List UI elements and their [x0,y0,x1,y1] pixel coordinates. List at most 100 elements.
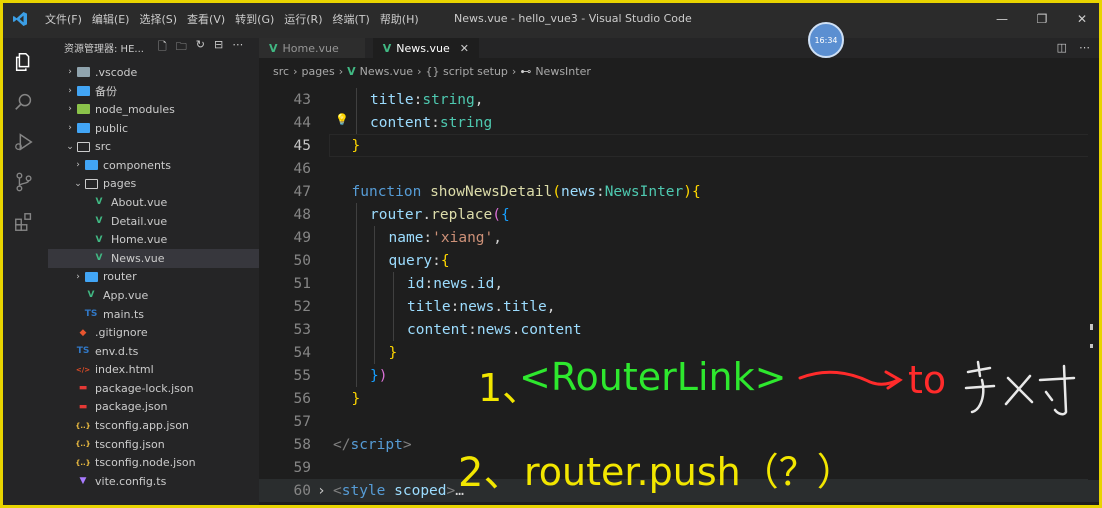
breadcrumb-item[interactable]: News.vue [360,65,413,78]
tree-item-label: src [95,140,112,154]
code-line: 51 id:news.id, [259,272,1102,295]
tree-item[interactable]: V Home.vue [48,230,259,249]
ts-file-icon: TS [76,346,90,357]
tab-label: News.vue [396,41,450,55]
indent-guide [374,318,375,341]
breadcrumb-item[interactable]: src [273,65,289,78]
menu-item[interactable]: 查看(V) [182,11,230,27]
run-debug-icon[interactable] [0,122,48,162]
fold-chevron-icon[interactable]: › [317,483,326,499]
tree-item[interactable]: V News.vue [48,248,259,268]
tree-item[interactable]: TS main.ts [48,305,259,324]
tree-item-label: env.d.ts [95,344,139,358]
json-file-icon: {..} [75,421,91,430]
editor-more-icon[interactable]: ⋯ [1079,41,1090,54]
editor-tab[interactable]: V Home.vue [259,38,365,58]
line-number: 52 [293,298,311,315]
new-file-icon[interactable]: 🗋 [158,38,167,57]
tree-item[interactable]: {..} tsconfig.node.json [48,453,259,472]
close-icon[interactable]: ✕ [1062,0,1102,38]
new-folder-icon[interactable]: 🗀 [176,38,187,57]
editor-tab[interactable]: V News.vue ✕ [372,38,479,58]
folder-icon [84,271,98,283]
indent-guide [355,272,357,295]
breadcrumb-separator-icon: › [511,64,517,78]
clock-badge: 16:34 [808,22,844,58]
code-text: function showNewsDetail(news:NewsInter){ [351,183,701,200]
line-number: 59 [293,459,311,476]
menu-item[interactable]: 编辑(E) [87,11,135,27]
tree-item[interactable]: {..} tsconfig.json [48,435,259,454]
refresh-icon[interactable]: ↻ [196,38,205,57]
annotation-number-2: 2、 [458,450,524,496]
minimize-icon[interactable]: — [982,0,1022,38]
breadcrumb-item[interactable]: {} script setup [426,65,508,78]
indent-guide [392,318,394,341]
breadcrumb-item[interactable]: NewsInter [535,65,591,78]
breadcrumb-separator-icon: › [338,64,344,78]
menu-item[interactable]: 文件(F) [40,11,87,27]
indent-guide [355,249,357,272]
menu-item[interactable]: 运行(R) [279,11,327,27]
tree-item[interactable]: ▼ vite.config.ts [48,472,259,491]
tree-item[interactable]: V Detail.vue [48,212,259,231]
code-line: 57 [259,410,1102,433]
indent-guide [355,364,357,387]
folder-icon [76,122,90,134]
close-tab-icon[interactable]: ✕ [460,42,469,55]
tree-item[interactable]: › router [48,268,259,287]
code-text: id:news.id, [407,275,504,292]
code-line: 43 title:string, [259,88,1102,111]
tree-item-label: node_modules [95,102,175,116]
menu-item[interactable]: 终端(T) [328,11,375,27]
tree-item[interactable]: ▬ package.json [48,398,259,417]
tree-item[interactable]: ⌄ src [48,137,259,156]
code-line: 44 content:string [259,111,1102,134]
tree-item[interactable]: ⌄ pages [48,175,259,194]
folder-icon [84,159,98,171]
editor-scrollbar[interactable] [1088,80,1102,480]
tree-item[interactable]: {..} tsconfig.app.json [48,416,259,435]
chevron-icon: › [76,160,80,171]
activity-bar [0,38,48,508]
vue-file-icon: V [95,253,103,264]
collapse-all-icon[interactable]: ⊟ [214,38,223,57]
tree-item[interactable]: V App.vue [48,286,259,305]
line-number: 45 [293,137,311,154]
vue-file-icon: V [347,64,356,78]
tree-item[interactable]: › node_modules [48,100,259,119]
chevron-icon: › [68,123,72,134]
tree-item[interactable]: </> index.html [48,361,259,380]
tree-item[interactable]: › public [48,119,259,138]
tree-item[interactable]: ▬ package-lock.json [48,379,259,398]
source-control-icon[interactable] [0,162,48,202]
tree-item[interactable]: V About.vue [48,193,259,212]
menu-item[interactable]: 转到(G) [230,11,279,27]
interface-icon: ⊷ [520,64,532,78]
folder-open-icon [84,178,98,190]
line-number: 44 [293,114,311,131]
chevron-icon: › [68,85,72,96]
extensions-icon[interactable] [0,202,48,242]
code-text: <style scoped>… [333,482,464,499]
menu-item[interactable]: 选择(S) [134,11,182,27]
indent-guide [374,249,375,272]
breadcrumb-item[interactable]: pages [301,65,334,78]
line-number: 51 [293,275,311,292]
tree-item[interactable]: TS env.d.ts [48,342,259,361]
split-editor-icon[interactable]: ◫ [1057,41,1067,54]
tree-item[interactable]: › .vscode [48,63,259,82]
tree-item[interactable]: › 备份 [48,82,259,101]
restore-icon[interactable]: ❐ [1022,0,1062,38]
tree-item-label: News.vue [111,251,165,265]
more-actions-icon[interactable]: ⋯ [232,38,243,57]
git-file-icon: ◆ [79,327,87,338]
breadcrumb-separator-icon: › [417,64,422,78]
code-text: content:news.content [407,321,582,338]
explorer-icon[interactable] [0,42,48,82]
tree-item[interactable]: › components [48,156,259,175]
json-file-icon: {..} [75,458,91,467]
search-icon[interactable] [0,82,48,122]
tree-item[interactable]: ◆ .gitignore [48,323,259,342]
menu-item[interactable]: 帮助(H) [375,11,424,27]
